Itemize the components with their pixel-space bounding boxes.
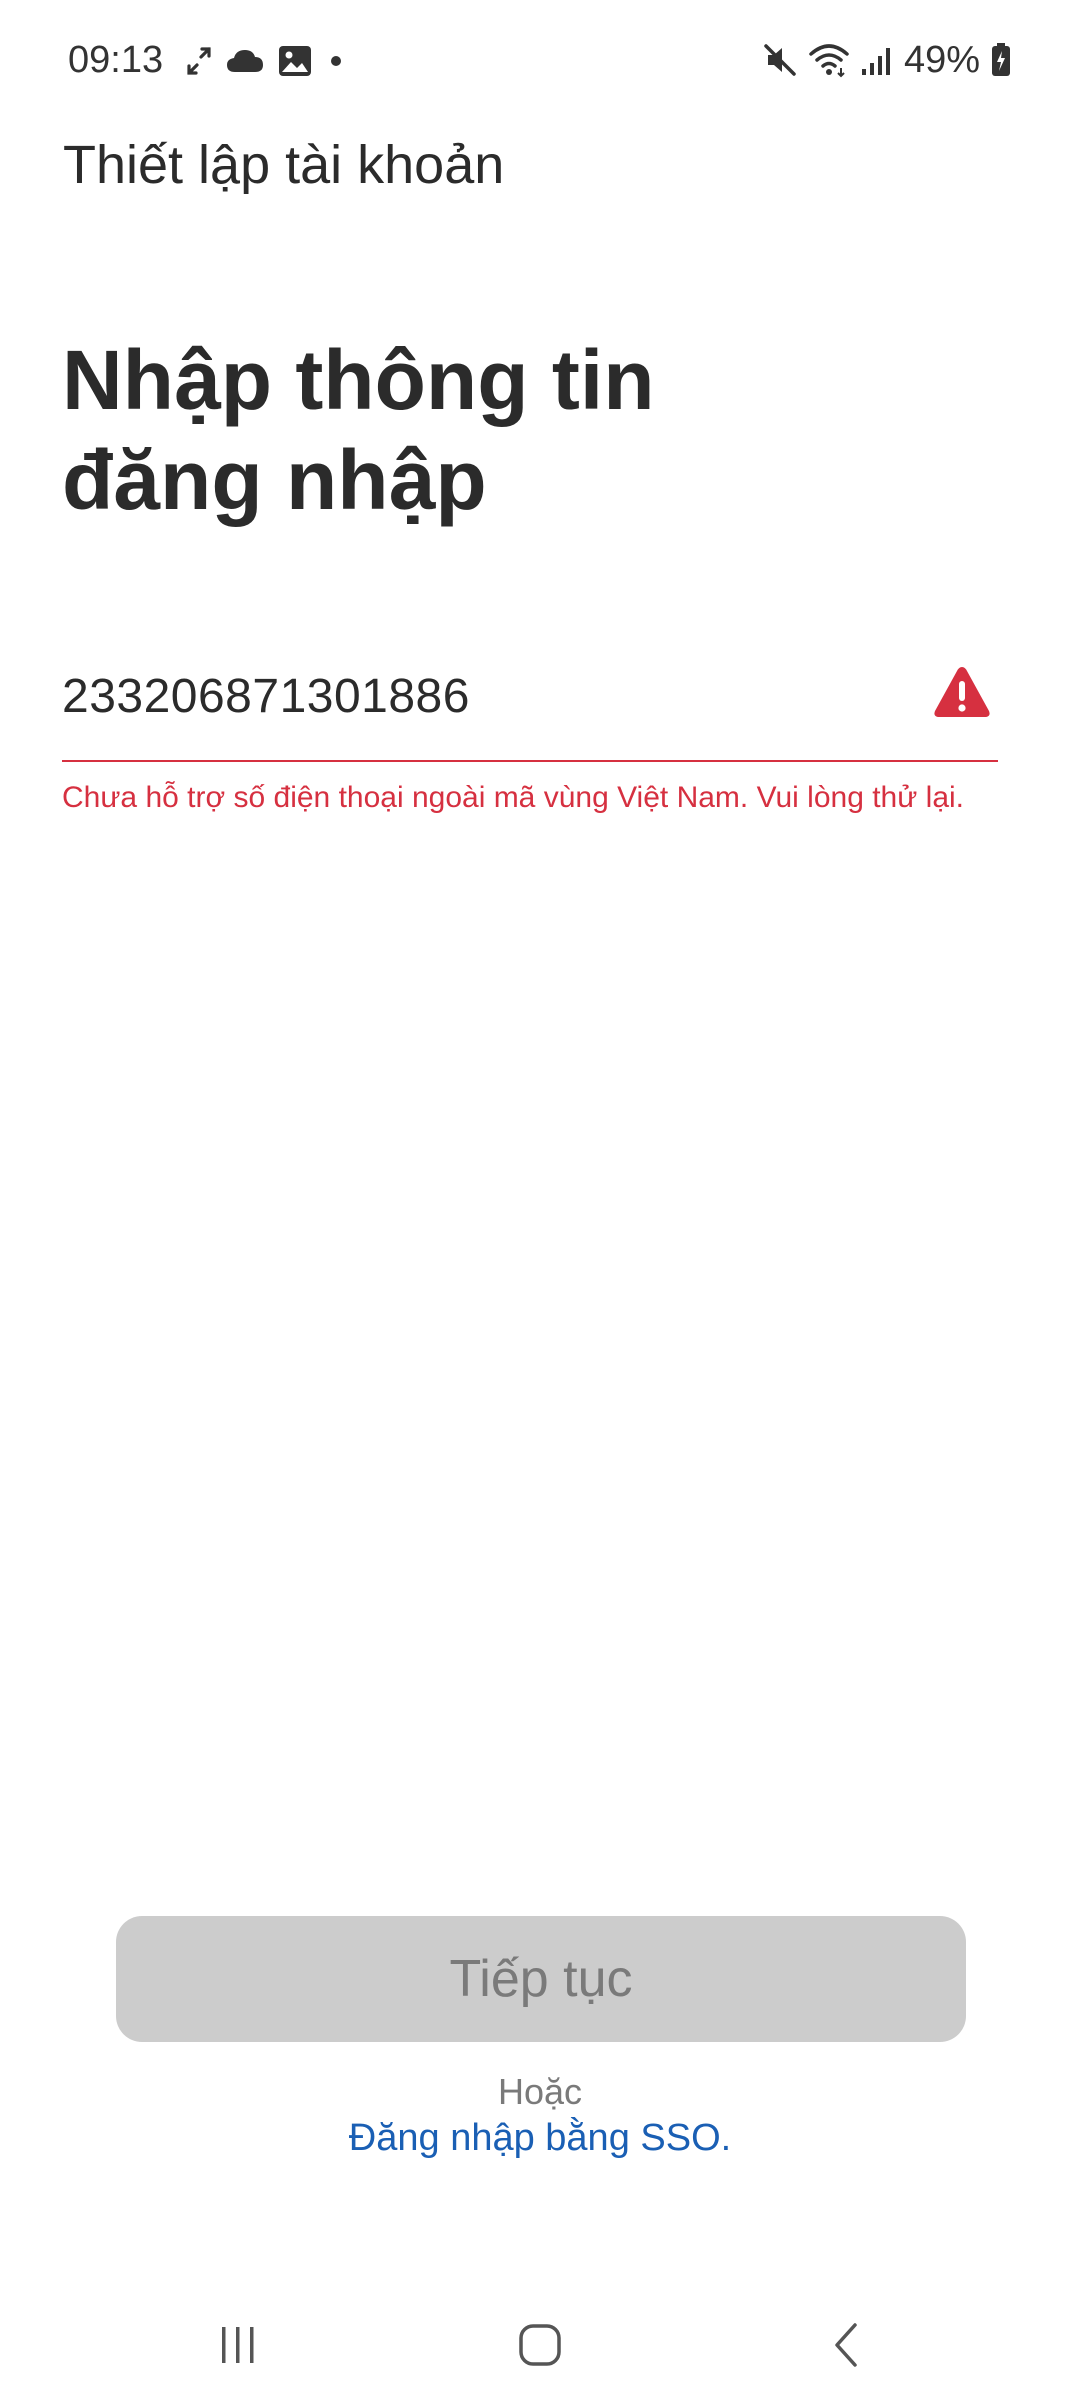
sso-login-link[interactable]: Đăng nhập bằng SSO. (0, 2112, 1080, 2164)
signal-icon (860, 43, 894, 77)
page-title: Nhập thông tin đăng nhập (62, 330, 962, 530)
or-label: Hoặc (497, 2071, 583, 2112)
status-right-icons: 49% (762, 36, 1012, 84)
app-header-title: Thiết lập tài khoản (63, 135, 505, 195)
page-title-line1: Nhập thông tin (62, 333, 655, 427)
status-left-icons (186, 42, 346, 80)
status-bar: 09:13 49% (0, 0, 1080, 120)
field-underline (62, 760, 998, 762)
battery-percent: 49% (903, 39, 980, 81)
notification-dot-icon (326, 51, 346, 71)
mute-icon (762, 42, 798, 78)
gallery-icon (278, 45, 312, 77)
page-title-line2: đăng nhập (62, 433, 487, 527)
back-icon[interactable] (806, 2310, 886, 2380)
recent-apps-icon[interactable] (198, 2310, 278, 2380)
warning-icon (932, 664, 992, 720)
navigation-bar (0, 2290, 1080, 2400)
login-id-input[interactable] (62, 660, 922, 732)
continue-button[interactable]: Tiếp tục (116, 1916, 966, 2042)
expand-arrows-icon (186, 46, 212, 76)
status-time: 09:13 (68, 39, 164, 81)
wifi-icon (808, 42, 850, 78)
cloud-icon (226, 48, 264, 74)
error-message: Chưa hỗ trợ số điện thoại ngoài mã vùng … (62, 781, 965, 814)
home-icon[interactable] (500, 2310, 580, 2380)
battery-icon (990, 42, 1012, 78)
login-id-field[interactable] (62, 640, 998, 764)
